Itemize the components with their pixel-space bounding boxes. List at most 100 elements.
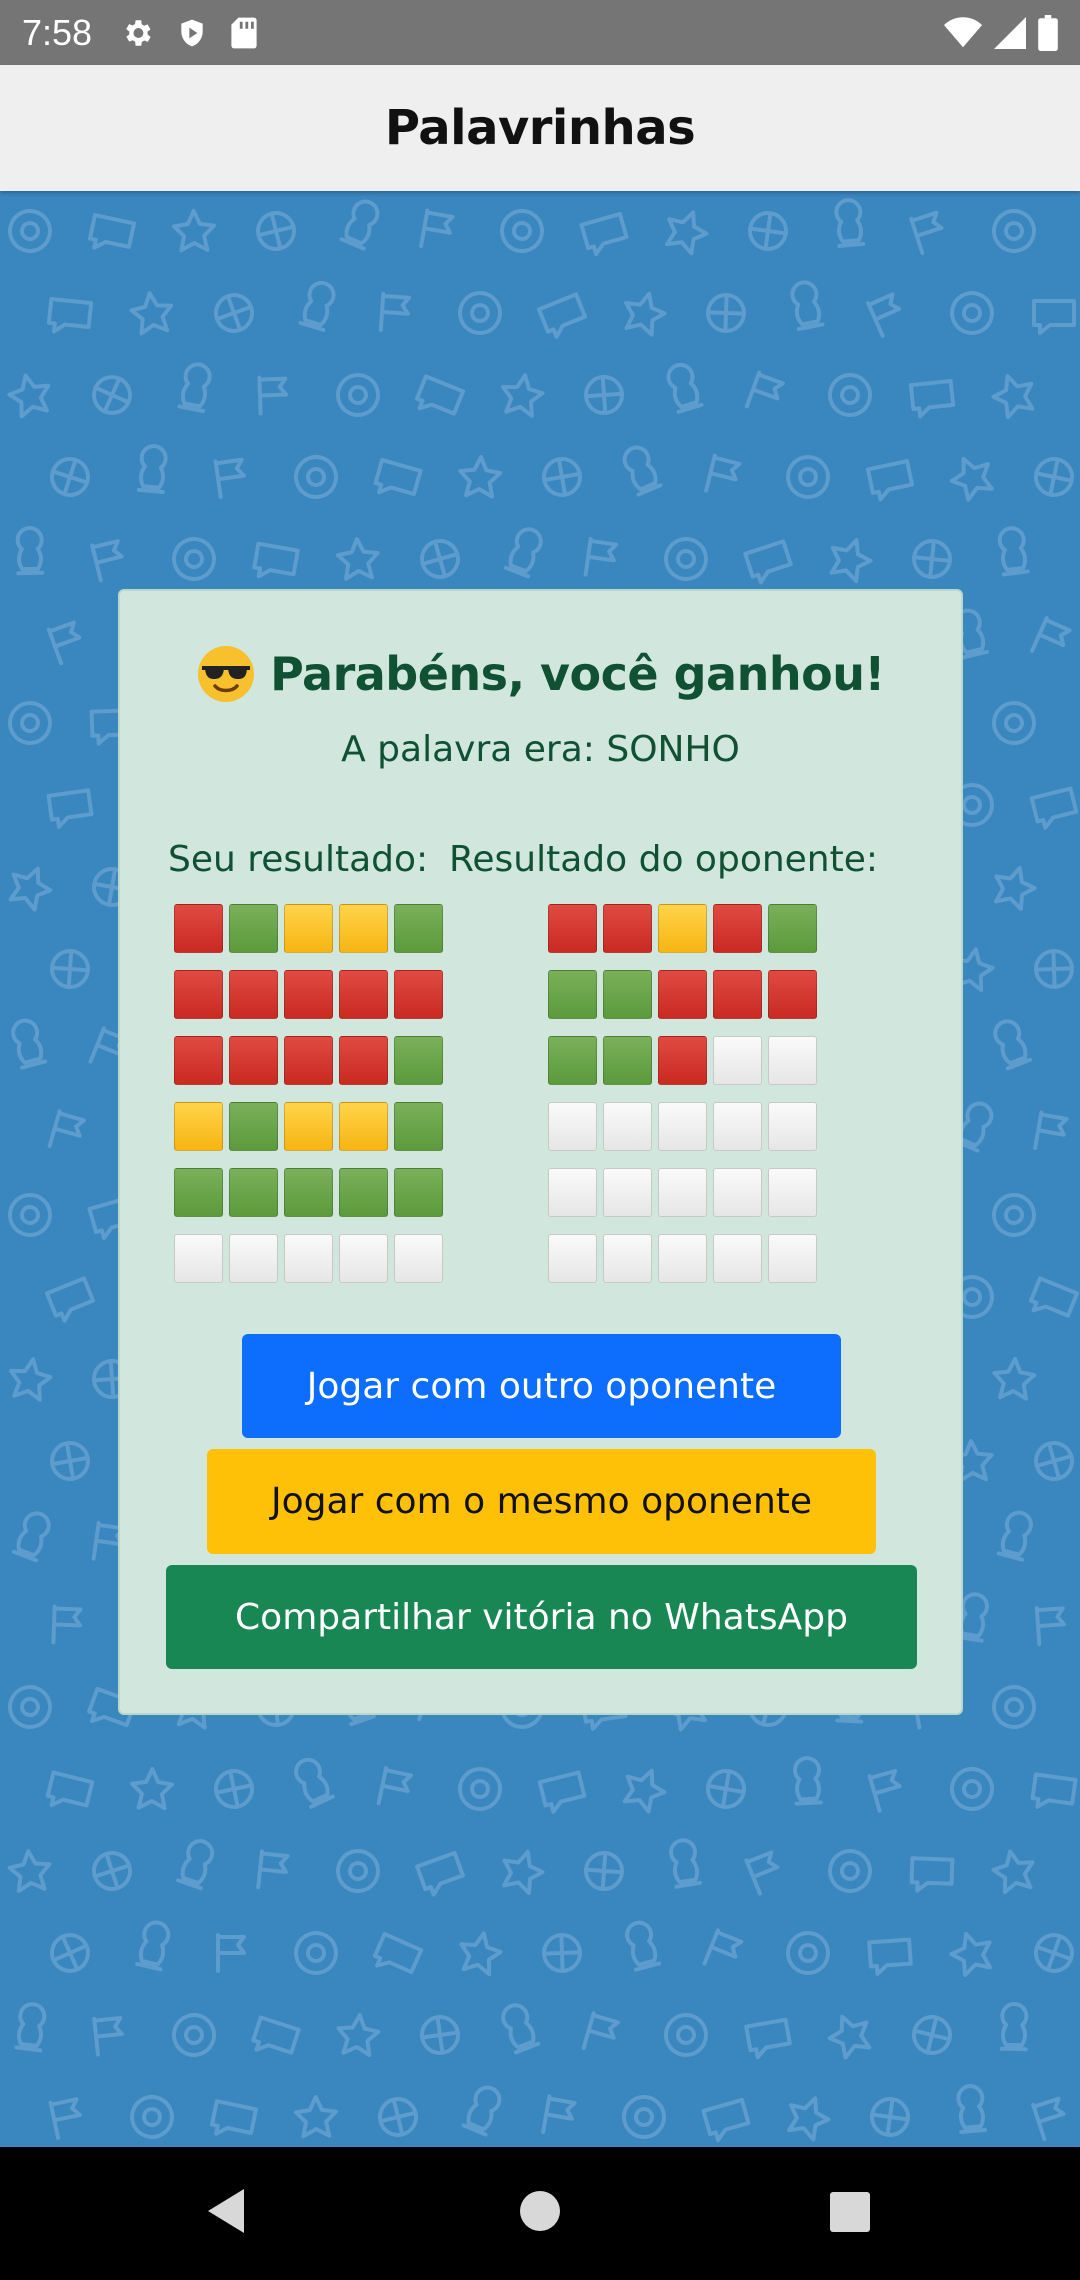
your-result-tile-misplaced <box>174 1102 223 1151</box>
settings-icon <box>126 19 151 46</box>
opponent-result-tile-empty <box>713 1102 762 1151</box>
doodle-icon <box>8 209 52 253</box>
opponent-result-tile-wrong <box>713 970 762 1019</box>
doodle-icon <box>622 445 663 497</box>
doodle-icon <box>44 1276 96 1323</box>
doodle-icon <box>176 1839 215 1891</box>
doodle-icon <box>744 1850 780 1896</box>
doodle-icon <box>623 291 667 337</box>
doodle-icon <box>50 457 90 497</box>
status-bar: 7:58 <box>0 0 1080 65</box>
your-result-tile-correct <box>394 904 443 953</box>
doodle-icon <box>992 701 1036 745</box>
your-result-tile-correct <box>394 1168 443 1217</box>
doodle-icon <box>501 2003 541 2055</box>
doodle-icon <box>579 211 629 257</box>
app-title: Palavrinhas <box>384 100 696 156</box>
doodle-icon <box>7 373 51 419</box>
doodle-icon <box>834 198 866 248</box>
status-system-icons <box>944 14 1058 51</box>
doodle-icon <box>50 949 90 989</box>
doodle-icon <box>214 1769 254 1809</box>
play-same-opponent-button[interactable]: Jogar com o mesmo oponente <box>207 1449 876 1554</box>
doodle-icon <box>1031 2096 1066 2142</box>
doodle-icon <box>378 2097 418 2137</box>
play-other-opponent-button[interactable]: Jogar com outro oponente <box>242 1334 841 1438</box>
doodle-icon <box>542 1933 582 1973</box>
share-whatsapp-button[interactable]: Compartilhar vitória no WhatsApp <box>166 1565 917 1669</box>
opponent-result-tile-empty <box>713 1036 762 1085</box>
your-result-tile-correct <box>174 1168 223 1217</box>
your-result-tile-wrong <box>174 904 223 953</box>
your-result-tile-misplaced <box>284 904 333 953</box>
doodle-icon <box>420 2015 460 2055</box>
opponent-result-tile-empty <box>713 1234 762 1283</box>
doodle-icon <box>15 526 45 576</box>
your-result-tile-wrong <box>229 970 278 1019</box>
your-result-tile-misplaced <box>339 904 388 953</box>
doodle-icon <box>257 375 288 416</box>
doodle-icon <box>294 1931 338 1975</box>
home-icon[interactable] <box>516 2185 564 2237</box>
doodle-icon <box>14 2002 47 2053</box>
doodle-icon <box>420 539 460 579</box>
app-bar: Palavrinhas <box>0 65 1080 191</box>
doodle-icon <box>11 1018 48 1070</box>
back-icon[interactable] <box>204 2185 248 2237</box>
opponent-result-tile-empty <box>548 1234 597 1283</box>
your-result-tile-empty <box>339 1234 388 1283</box>
doodle-icon <box>136 444 168 494</box>
opponent-result-tile-empty <box>768 1036 817 1085</box>
doodle-icon <box>252 541 300 579</box>
your-result-tile-wrong <box>174 970 223 1019</box>
wifi-icon <box>944 16 982 47</box>
doodle-icon <box>214 293 254 333</box>
your-result-tile-wrong <box>174 1036 223 1085</box>
doodle-icon <box>336 373 380 417</box>
your-result-tile-correct <box>284 1168 333 1217</box>
opponent-result-tile-correct <box>603 970 652 1019</box>
result-title: Parabéns, você ganhou! <box>120 645 961 708</box>
doodle-icon <box>867 1937 913 1976</box>
doodle-icon <box>870 2097 910 2137</box>
recents-icon[interactable] <box>827 2185 873 2237</box>
doodle-icon <box>786 1931 830 1975</box>
doodle-icon <box>999 2002 1029 2052</box>
doodle-icon <box>130 1767 175 1811</box>
doodle-icon <box>1034 457 1074 497</box>
doodle-icon <box>46 788 94 829</box>
doodle-icon <box>956 2084 988 2134</box>
doodle-icon <box>8 1685 52 1729</box>
doodle-icon <box>135 1920 171 1972</box>
doodle-icon <box>458 1767 502 1811</box>
doodle-icon <box>949 1931 992 1977</box>
doodle-icon <box>866 292 902 338</box>
doodle-icon <box>1028 1276 1080 1318</box>
doodle-icon <box>793 1756 823 1806</box>
doodle-icon <box>867 1768 902 1813</box>
your-result-tile-wrong <box>339 1036 388 1085</box>
your-result-tile-wrong <box>394 970 443 1019</box>
doodle-icon <box>294 1757 335 1809</box>
doodle-icon <box>992 1357 1037 1401</box>
your-result-tile-wrong <box>339 970 388 1019</box>
doodle-icon <box>256 211 296 251</box>
doodle-icon <box>129 291 174 336</box>
doodle-icon <box>92 375 132 415</box>
doodle-icon <box>336 1849 380 1893</box>
opponent-result-tile-empty <box>603 1234 652 1283</box>
opponent-result-tile-empty <box>658 1168 707 1217</box>
doodle-icon <box>92 1851 132 1891</box>
doodle-icon <box>584 375 624 415</box>
doodle-icon <box>622 1768 667 1814</box>
opponent-result-tile-correct <box>768 904 817 953</box>
opponent-result-tile-correct <box>548 970 597 1019</box>
doodle-icon <box>213 457 246 500</box>
doodle-icon <box>339 199 380 251</box>
your-result-tile-empty <box>174 1234 223 1283</box>
doodle-icon <box>209 2099 259 2136</box>
result-word-line: A palavra era: SONHO <box>341 729 740 770</box>
result-card: Parabéns, você ganhou! A palavra era: SO… <box>118 589 963 1715</box>
doodle-icon <box>50 1933 90 1973</box>
doodle-icon <box>1029 786 1079 830</box>
